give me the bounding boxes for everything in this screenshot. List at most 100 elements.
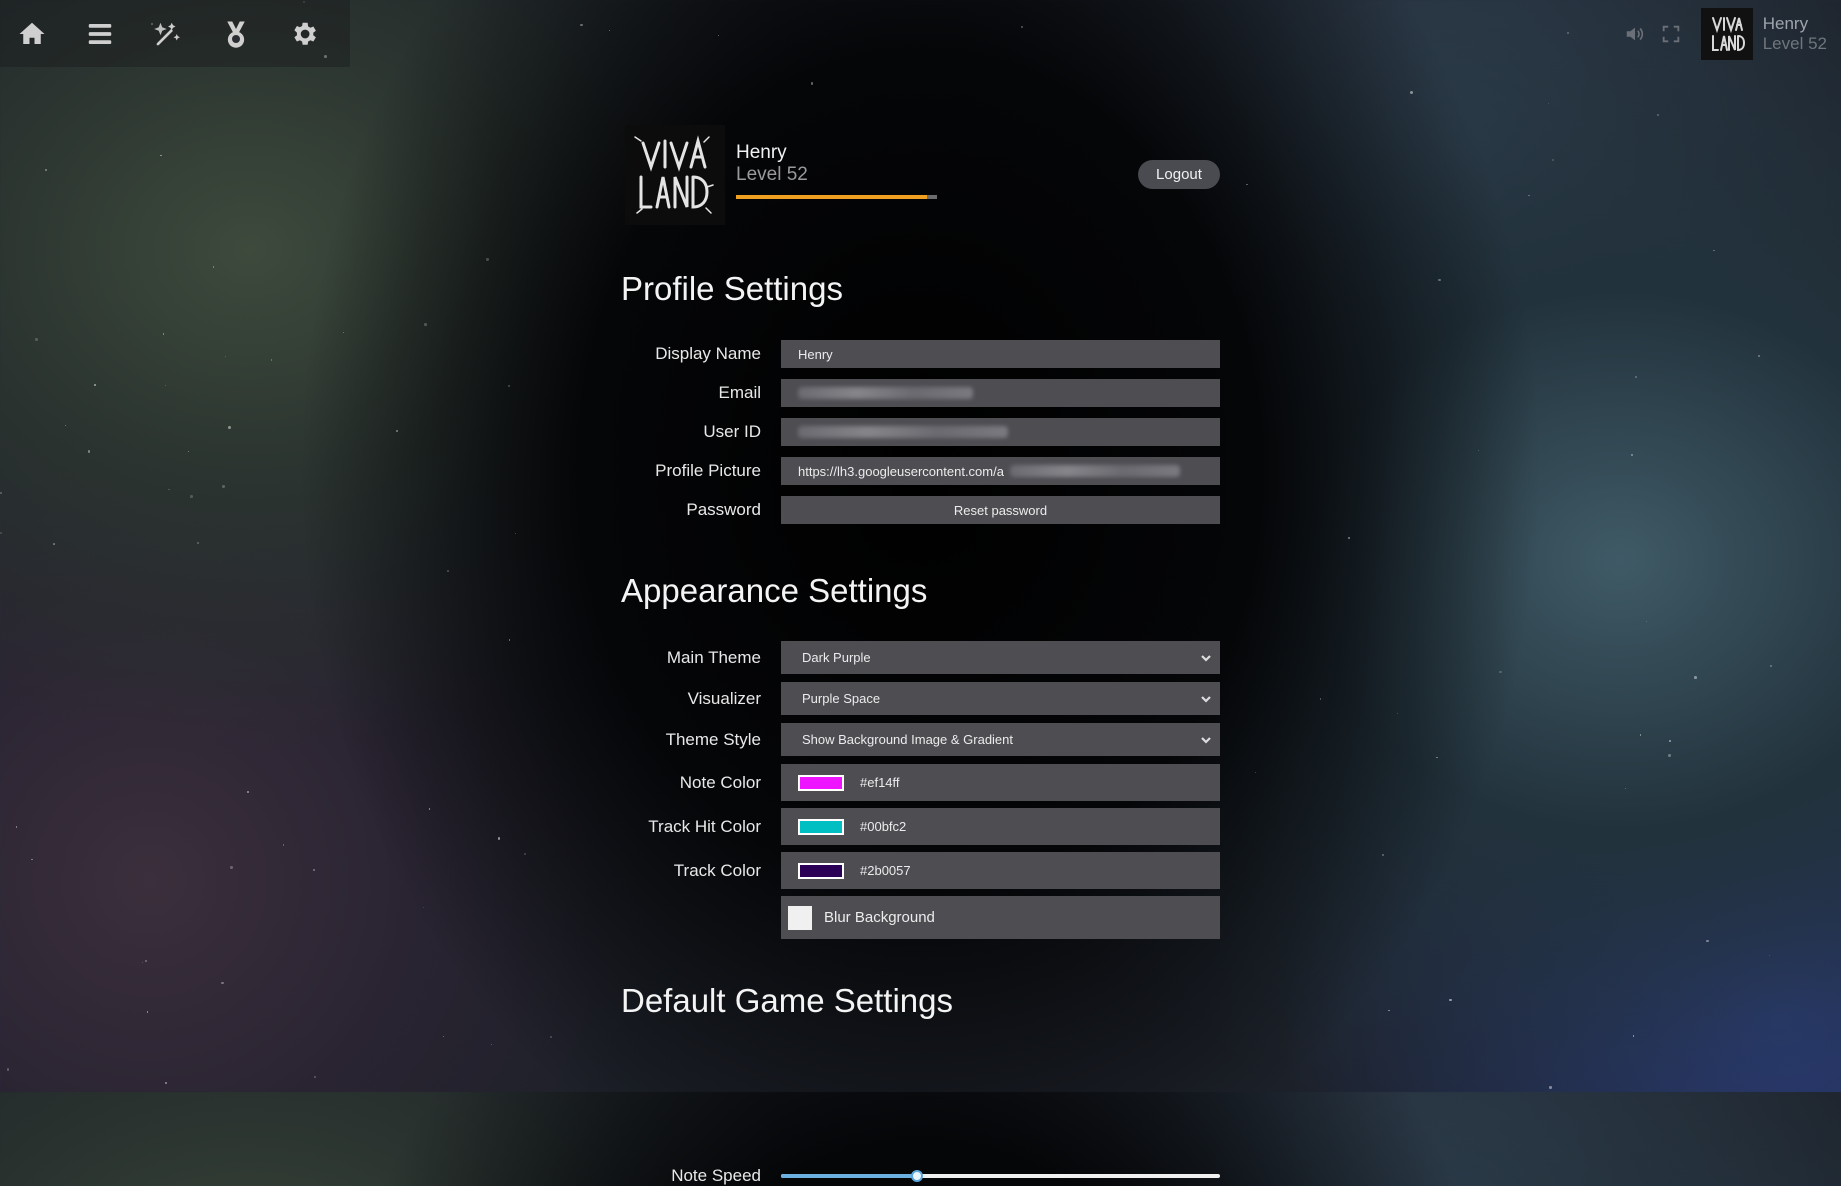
avatar[interactable] (1700, 7, 1753, 60)
profile-picture-row: Profile Picture https://lh3.googleuserco… (620, 457, 1220, 485)
star (423, 323, 427, 326)
star (93, 384, 96, 386)
speaker-icon[interactable] (1623, 22, 1647, 46)
star (1549, 1086, 1553, 1089)
profile-picture-field[interactable]: https://lh3.googleusercontent.com/a (781, 457, 1220, 485)
blur-background-checkbox[interactable] (788, 905, 812, 930)
settings-panel: Henry Level 52 Logout Profile Settings D… (620, 100, 1220, 1185)
star (212, 266, 215, 269)
star (550, 1036, 553, 1039)
track-hit-color-value: #00bfc2 (860, 819, 907, 834)
theme-style-row: Theme Style Show Background Image & Grad… (620, 723, 1220, 756)
main-theme-select[interactable]: Dark Purple (781, 641, 1220, 674)
star (486, 258, 489, 261)
display-name-row: Display Name Henry (620, 340, 1220, 368)
note-color-picker[interactable]: #ef14ff (781, 764, 1220, 801)
theme-style-value: Show Background Image & Gradient (802, 732, 1014, 747)
medal-icon[interactable] (220, 18, 252, 50)
chevron-down-icon (1200, 652, 1212, 664)
gear-icon[interactable] (288, 18, 320, 50)
star (1348, 537, 1350, 539)
star (144, 959, 147, 962)
blur-background-toggle[interactable]: Blur Background (781, 896, 1220, 939)
note-color-row: Note Color #ef14ff (620, 764, 1220, 801)
star (164, 385, 166, 387)
note-speed-row: Note Speed (620, 1166, 1220, 1186)
star (1254, 772, 1256, 774)
star (442, 1036, 445, 1038)
note-speed-slider[interactable] (781, 1170, 1220, 1182)
note-color-swatch[interactable] (798, 774, 844, 791)
star (0, 531, 3, 534)
reset-password-button[interactable]: Reset password (781, 496, 1220, 524)
star (497, 837, 501, 840)
logout-button[interactable]: Logout (1138, 160, 1220, 189)
chevron-down-icon (1200, 693, 1212, 705)
track-hit-color-label: Track Hit Color (648, 816, 761, 836)
user-id-field[interactable] (781, 418, 1220, 446)
star (1635, 376, 1637, 378)
note-speed-slider-thumb[interactable] (911, 1170, 924, 1182)
email-field[interactable] (781, 379, 1220, 407)
fullscreen-icon[interactable] (1659, 22, 1683, 46)
star (1667, 754, 1671, 758)
visualizer-select[interactable]: Purple Space (781, 682, 1220, 715)
profile-picture-label: Profile Picture (655, 461, 761, 480)
track-hit-color-swatch[interactable] (798, 818, 844, 835)
password-label: Password (686, 500, 761, 519)
star (1246, 184, 1248, 186)
main-theme-row: Main Theme Dark Purple (620, 641, 1220, 674)
home-icon[interactable] (16, 18, 48, 50)
track-color-row: Track Color #2b0057 (620, 852, 1220, 889)
star (168, 488, 171, 491)
star (608, 30, 610, 32)
editor-tools-icon[interactable] (152, 18, 184, 50)
header-user-level: Level 52 (1762, 33, 1827, 53)
blur-background-row: Blur Background (620, 896, 1220, 939)
display-name-field[interactable]: Henry (781, 340, 1220, 368)
star (1631, 453, 1633, 456)
profile-picture-url: https://lh3.googleusercontent.com/a (798, 463, 1004, 479)
star (228, 426, 231, 429)
star (1409, 91, 1413, 95)
star (1397, 712, 1399, 715)
menu-list-icon[interactable] (84, 18, 116, 50)
track-color-value: #2b0057 (860, 863, 911, 878)
header-user-info: Henry Level 52 (1763, 14, 1827, 54)
star (1449, 998, 1452, 1001)
profile-level: Level 52 (736, 164, 808, 185)
star (224, 355, 226, 357)
star (313, 869, 316, 872)
visualizer-value: Purple Space (802, 691, 881, 706)
star (446, 569, 449, 573)
star (230, 866, 234, 869)
header-user-name: Henry (1762, 13, 1809, 33)
xp-progress-bar (736, 195, 937, 199)
display-name-label: Display Name (655, 344, 761, 363)
track-hit-color-picker[interactable]: #00bfc2 (781, 808, 1220, 845)
profile-settings-heading: Profile Settings (621, 270, 843, 307)
star (64, 424, 67, 427)
note-color-label: Note Color (679, 772, 761, 792)
star (423, 906, 425, 909)
chevron-down-icon (1200, 734, 1212, 746)
star (1020, 26, 1023, 28)
star (160, 154, 163, 157)
star (6, 1068, 10, 1071)
star (508, 639, 511, 641)
theme-style-select[interactable]: Show Background Image & Gradient (781, 723, 1220, 756)
star (343, 332, 345, 334)
star (1758, 354, 1761, 357)
star (1548, 102, 1550, 104)
star (187, 450, 190, 453)
star (428, 808, 431, 810)
star (313, 1076, 316, 1079)
star (197, 542, 200, 544)
track-color-picker[interactable]: #2b0057 (781, 852, 1220, 889)
track-color-swatch[interactable] (798, 862, 844, 879)
main-theme-label: Main Theme (666, 647, 761, 667)
star (87, 450, 91, 453)
star (1528, 194, 1531, 197)
top-navigation (0, 0, 350, 67)
blur-background-label: Blur Background (824, 909, 935, 926)
